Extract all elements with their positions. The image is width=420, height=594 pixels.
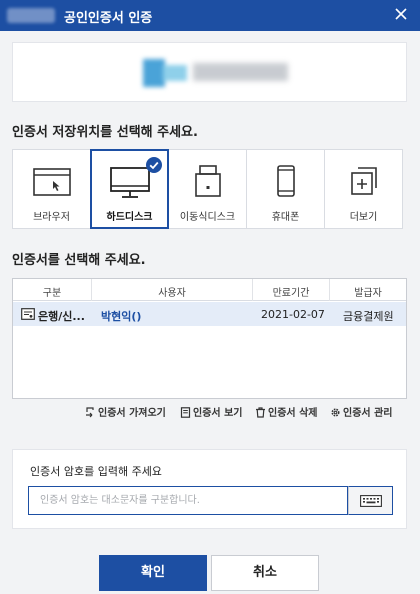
cell-type: 은행/신... (38, 310, 85, 323)
password-panel: 인증서 암호를 입력해 주세요 (12, 449, 407, 529)
storage-harddisk[interactable]: 하드디스크 (90, 149, 169, 229)
trash-icon (256, 407, 265, 418)
cell-issuer: 금융결제원 (343, 310, 394, 323)
col-header-issuer[interactable]: 발급자 (330, 284, 406, 299)
view-cert-button[interactable]: 인증서 보기 (180, 404, 242, 419)
selected-check-icon (146, 157, 162, 173)
table-header: 구분 사용자 만료기간 발급자 (13, 279, 406, 301)
col-header-expiry[interactable]: 만료기간 (253, 284, 329, 299)
storage-label-mobile: 휴대폰 (271, 212, 300, 223)
delete-cert-label: 인증서 삭제 (268, 408, 318, 419)
password-label: 인증서 암호를 입력해 주세요 (30, 465, 162, 478)
cancel-button[interactable]: 취소 (211, 555, 319, 591)
bank-banner (12, 42, 407, 102)
keyboard-icon (360, 495, 382, 507)
manage-cert-button[interactable]: 인증서 관리 (330, 404, 392, 419)
gear-icon (331, 408, 340, 417)
delete-cert-button[interactable]: 인증서 삭제 (255, 404, 317, 419)
window-title: 공인인증서 인증 (64, 11, 153, 26)
col-header-user[interactable]: 사용자 (92, 284, 252, 299)
monitor-icon (110, 167, 150, 198)
cell-expiry: 2021-02-07 (261, 308, 325, 321)
storage-label-removable: 이동식디스크 (179, 212, 236, 223)
virtual-keyboard-button[interactable] (348, 486, 393, 515)
certificate-table: 구분 사용자 만료기간 발급자 은행/신... 박현익() 2021-02-07… (12, 278, 407, 399)
storage-location-selector: 브라우저 하드디스크 이동식디스크 휴대폰 더보기 (12, 149, 405, 229)
table-row[interactable]: 은행/신... 박현익() 2021-02-07 금융결제원 (13, 302, 406, 326)
storage-label-browser: 브라우저 (33, 212, 70, 223)
view-cert-label: 인증서 보기 (193, 408, 243, 419)
bank-name-blurred (193, 63, 288, 81)
storage-more[interactable]: 더보기 (324, 149, 403, 229)
bank-logo-blurred (7, 8, 55, 23)
browser-window-icon (33, 168, 71, 196)
storage-browser[interactable]: 브라우저 (12, 149, 91, 229)
storage-mobile-phone[interactable]: 휴대폰 (246, 149, 325, 229)
import-cert-label: 인증서 가져오기 (98, 408, 166, 419)
manage-cert-label: 인증서 관리 (343, 408, 393, 419)
storage-label-more: 더보기 (349, 212, 378, 223)
password-input[interactable] (28, 486, 348, 515)
import-icon (86, 407, 94, 418)
certificate-icon (21, 308, 35, 320)
close-button[interactable] (388, 3, 414, 27)
storage-removable-disk[interactable]: 이동식디스크 (168, 149, 247, 229)
col-header-type[interactable]: 구분 (13, 284, 91, 299)
import-cert-button[interactable]: 인증서 가져오기 (85, 404, 166, 419)
view-doc-icon (180, 407, 191, 418)
usb-drive-icon (195, 165, 221, 197)
bank-logo-image (143, 59, 189, 87)
cell-user: 박현익() (101, 310, 142, 323)
more-plus-icon (351, 167, 377, 195)
storage-section-label: 인증서 저장위치를 선택해 주세요. (12, 125, 198, 140)
storage-label-harddisk: 하드디스크 (106, 212, 153, 223)
close-icon (395, 8, 407, 20)
title-bar: 공인인증서 인증 (0, 0, 420, 31)
cert-section-label: 인증서를 선택해 주세요. (12, 253, 146, 268)
confirm-button[interactable]: 확인 (99, 555, 207, 591)
mobile-phone-icon (277, 165, 295, 197)
certificate-actions: 인증서 가져오기 인증서 보기 인증서 삭제 인증서 관리 (0, 404, 420, 422)
